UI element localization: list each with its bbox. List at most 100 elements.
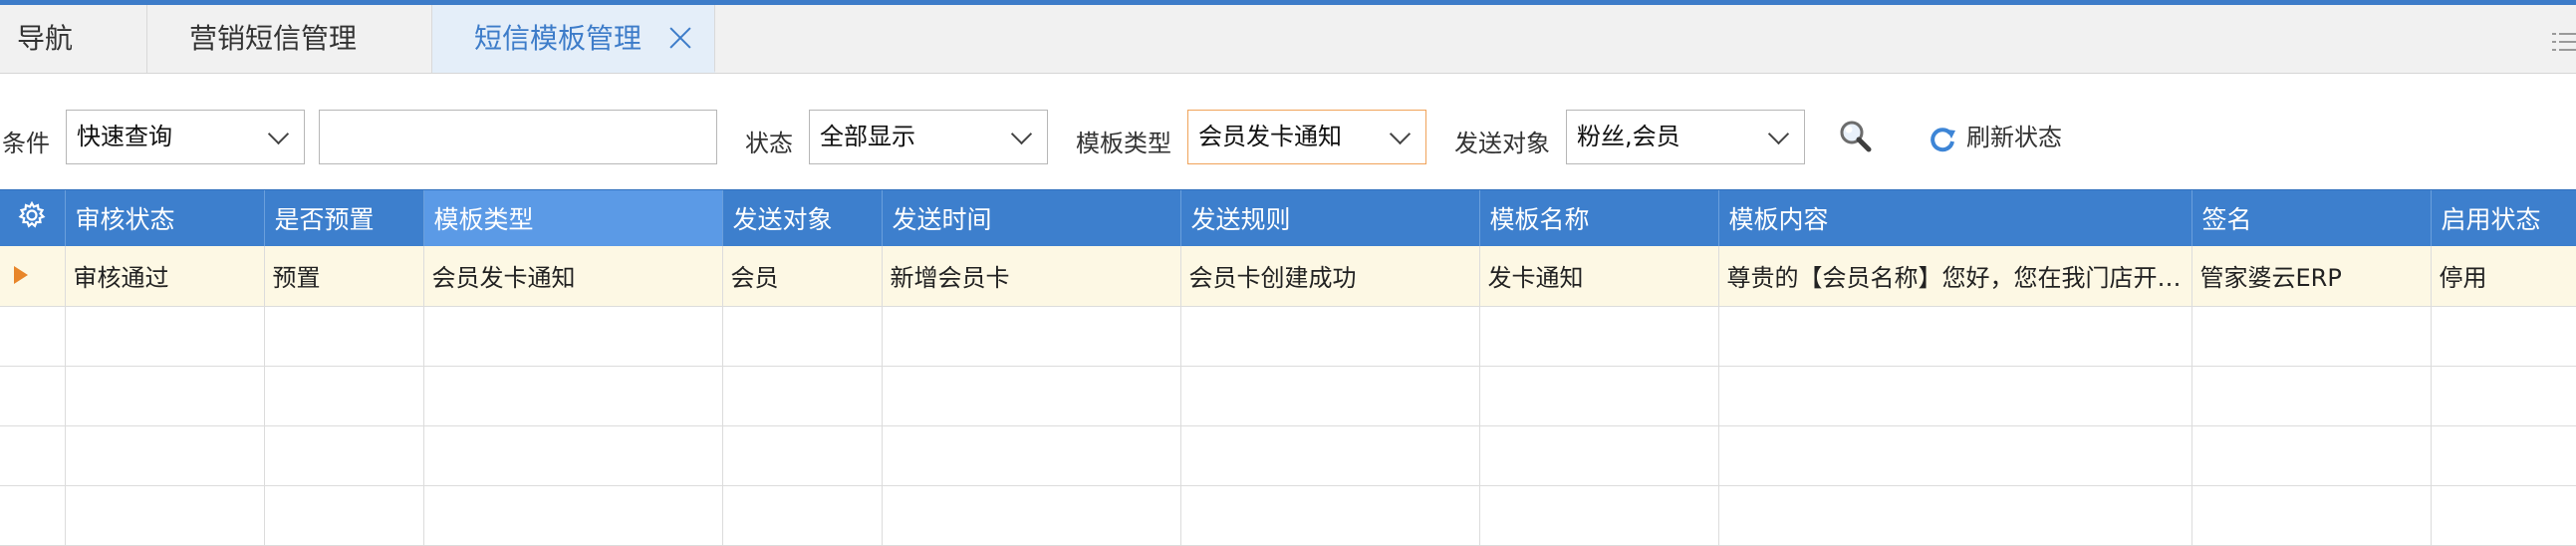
column-header-signature[interactable]: 签名: [2191, 190, 2432, 246]
tab-sms-template-label: 短信模板管理: [474, 22, 643, 55]
empty-cell: [1479, 306, 1719, 367]
column-header-template-type[interactable]: 模板类型: [423, 190, 723, 246]
empty-table-row: [0, 306, 2576, 367]
column-header-enable-status[interactable]: 启用状态: [2431, 190, 2576, 246]
empty-cell: [1718, 485, 2192, 546]
chevron-down-icon: [1389, 123, 1412, 145]
empty-cell: [0, 485, 66, 546]
cell-send-target[interactable]: 会员: [722, 246, 883, 307]
empty-cell: [882, 425, 1181, 486]
tab-sms-template[interactable]: 短信模板管理: [432, 5, 715, 73]
empty-cell: [882, 366, 1181, 426]
refresh-status-label: 刷新状态: [1966, 124, 2062, 151]
cell-template-type[interactable]: 会员发卡通知: [423, 246, 723, 307]
cell-review-status[interactable]: 审核通过: [65, 246, 265, 307]
keyword-input[interactable]: [319, 110, 717, 164]
empty-cell: [2191, 366, 2432, 426]
row-indicator: [0, 246, 66, 307]
cell-send-rule[interactable]: 会员卡创建成功: [1180, 246, 1480, 307]
empty-cell: [1479, 366, 1719, 426]
cell-template-name[interactable]: 发卡通知: [1479, 246, 1719, 307]
template-type-select-value: 会员发卡通知: [1198, 123, 1342, 150]
close-icon[interactable]: [667, 25, 693, 51]
empty-cell: [2191, 425, 2432, 486]
empty-table-row: [0, 425, 2576, 486]
gear-icon: [18, 200, 46, 228]
cell-signature[interactable]: 管家婆云ERP: [2191, 246, 2432, 307]
empty-cell: [264, 306, 424, 367]
tab-marketing-sms-label: 营销短信管理: [189, 22, 358, 55]
empty-cell: [2431, 306, 2576, 367]
template-type-select[interactable]: 会员发卡通知: [1187, 110, 1426, 164]
status-select[interactable]: 全部显示: [809, 110, 1048, 164]
empty-cell: [65, 425, 265, 486]
empty-cell: [882, 485, 1181, 546]
condition-select-value: 快速查询: [77, 123, 172, 150]
refresh-icon: [1931, 128, 1955, 152]
empty-cell: [1479, 425, 1719, 486]
empty-cell: [722, 306, 883, 367]
empty-cell: [722, 366, 883, 426]
empty-cell: [722, 485, 883, 546]
empty-cell: [0, 425, 66, 486]
empty-cell: [264, 425, 424, 486]
empty-cell: [1718, 366, 2192, 426]
cell-preset[interactable]: 预置: [264, 246, 424, 307]
column-header-preset[interactable]: 是否预置: [264, 190, 424, 246]
empty-cell: [1479, 485, 1719, 546]
empty-cell: [423, 366, 723, 426]
empty-cell: [423, 485, 723, 546]
empty-cell: [0, 366, 66, 426]
empty-cell: [2191, 485, 2432, 546]
table-row[interactable]: 审核通过 预置 会员发卡通知 会员 新增会员卡 会员卡创建成功 发卡通知 尊贵的…: [0, 246, 2576, 307]
empty-cell: [1180, 306, 1480, 367]
status-select-value: 全部显示: [820, 123, 915, 150]
status-label: 状态: [745, 130, 793, 157]
cell-send-time[interactable]: 新增会员卡: [882, 246, 1181, 307]
empty-cell: [882, 306, 1181, 367]
send-target-select[interactable]: 粉丝,会员: [1566, 110, 1805, 164]
empty-cell: [423, 425, 723, 486]
empty-cell: [1718, 425, 2192, 486]
empty-cell: [1718, 306, 2192, 367]
template-type-label: 模板类型: [1076, 130, 1171, 157]
empty-cell: [2431, 366, 2576, 426]
empty-cell: [65, 306, 265, 367]
empty-cell: [65, 366, 265, 426]
empty-cell: [1180, 366, 1480, 426]
condition-select[interactable]: 快速查询: [66, 110, 305, 164]
column-header-template-name[interactable]: 模板名称: [1479, 190, 1719, 246]
empty-cell: [2431, 425, 2576, 486]
empty-cell: [1180, 485, 1480, 546]
column-header-send-rule[interactable]: 发送规则: [1180, 190, 1480, 246]
template-grid: 审核状态 是否预置 模板类型 发送对象 发送时间 发送规则 模板名称 模板内容 …: [0, 189, 2576, 546]
empty-cell: [2191, 306, 2432, 367]
chevron-down-icon: [1010, 123, 1033, 145]
search-icon[interactable]: [1836, 118, 1876, 157]
tab-navigation[interactable]: 导航: [0, 5, 147, 73]
chevron-down-icon: [267, 123, 290, 145]
cell-enable-status[interactable]: 停用: [2431, 246, 2576, 307]
empty-cell: [1180, 425, 1480, 486]
empty-cell: [264, 485, 424, 546]
grid-header-row: 审核状态 是否预置 模板类型 发送对象 发送时间 发送规则 模板名称 模板内容 …: [0, 190, 2576, 246]
empty-cell: [0, 306, 66, 367]
empty-cell: [722, 425, 883, 486]
tab-bar: 导航 营销短信管理 短信模板管理: [0, 5, 2576, 74]
empty-table-row: [0, 366, 2576, 426]
column-header-template-content[interactable]: 模板内容: [1718, 190, 2192, 246]
column-header-review-status[interactable]: 审核状态: [65, 190, 265, 246]
empty-cell: [2431, 485, 2576, 546]
column-header-send-target[interactable]: 发送对象: [722, 190, 883, 246]
empty-cell: [264, 366, 424, 426]
tab-marketing-sms[interactable]: 营销短信管理: [147, 5, 432, 73]
triangle-right-icon: [14, 265, 28, 284]
send-target-label: 发送对象: [1454, 130, 1550, 157]
empty-cell: [65, 485, 265, 546]
cell-template-content[interactable]: 尊贵的【会员名称】您好，您在我门店开…: [1718, 246, 2192, 307]
column-header-send-time[interactable]: 发送时间: [882, 190, 1181, 246]
menu-lines-icon[interactable]: [2552, 33, 2576, 53]
grid-settings-button[interactable]: [0, 190, 66, 246]
refresh-status-button[interactable]: 刷新状态: [1929, 118, 2062, 157]
chevron-down-icon: [1767, 123, 1790, 145]
